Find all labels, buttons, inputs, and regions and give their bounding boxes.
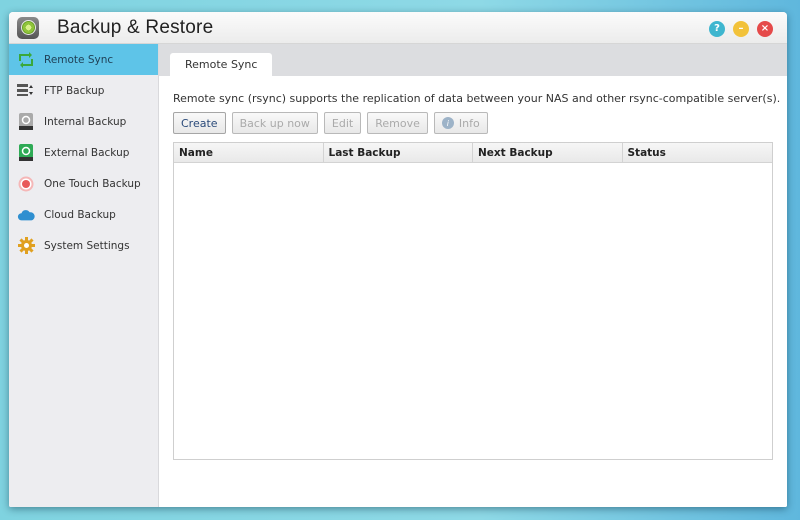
sidebar-item-remote-sync[interactable]: Remote Sync bbox=[9, 44, 158, 75]
tab-strip: Remote Sync bbox=[159, 44, 787, 76]
sidebar-item-one-touch-backup[interactable]: One Touch Backup bbox=[9, 168, 158, 199]
remote-sync-icon bbox=[17, 51, 35, 69]
back-up-now-button[interactable]: Back up now bbox=[231, 112, 318, 134]
table-header: Name Last Backup Next Backup Status bbox=[174, 143, 772, 163]
description-text: Remote sync (rsync) supports the replica… bbox=[173, 92, 781, 105]
info-label: Info bbox=[458, 116, 480, 130]
sidebar-item-system-settings[interactable]: System Settings bbox=[9, 230, 158, 261]
column-header-name[interactable]: Name bbox=[174, 143, 324, 162]
app-icon bbox=[17, 16, 39, 39]
column-header-last-backup[interactable]: Last Backup bbox=[324, 143, 473, 162]
help-icon: ? bbox=[714, 23, 720, 34]
column-header-status[interactable]: Status bbox=[623, 143, 773, 162]
sidebar-item-label: One Touch Backup bbox=[44, 177, 141, 190]
sidebar-item-label: External Backup bbox=[44, 146, 130, 159]
sidebar-item-label: System Settings bbox=[44, 239, 130, 252]
sidebar-item-external-backup[interactable]: External Backup bbox=[9, 137, 158, 168]
sidebar-item-label: Internal Backup bbox=[44, 115, 127, 128]
backup-restore-window: Backup & Restore ? – × Remote Sync FTP B… bbox=[9, 12, 787, 507]
gear-icon bbox=[17, 237, 35, 255]
title-bar: Backup & Restore ? – × bbox=[9, 12, 787, 44]
ftp-backup-icon bbox=[17, 82, 35, 100]
one-touch-backup-icon bbox=[17, 175, 35, 193]
main-panel: Remote Sync Remote sync (rsync) supports… bbox=[159, 44, 787, 507]
sidebar-item-ftp-backup[interactable]: FTP Backup bbox=[9, 75, 158, 106]
window-title: Backup & Restore bbox=[57, 16, 214, 38]
info-button[interactable]: i Info bbox=[433, 112, 488, 134]
toolbar: Create Back up now Edit Remove i Info bbox=[173, 112, 488, 134]
sidebar-item-internal-backup[interactable]: Internal Backup bbox=[9, 106, 158, 137]
close-button[interactable]: × bbox=[757, 21, 773, 37]
close-icon: × bbox=[760, 23, 770, 34]
help-button[interactable]: ? bbox=[709, 21, 725, 37]
minimize-icon: – bbox=[738, 23, 744, 34]
edit-button[interactable]: Edit bbox=[323, 112, 362, 134]
info-icon: i bbox=[441, 117, 454, 129]
sidebar-item-label: FTP Backup bbox=[44, 84, 105, 97]
sidebar: Remote Sync FTP Backup Internal Backup E… bbox=[9, 44, 159, 507]
tab-remote-sync[interactable]: Remote Sync bbox=[170, 53, 273, 76]
window-controls: ? – × bbox=[709, 21, 773, 37]
sidebar-item-cloud-backup[interactable]: Cloud Backup bbox=[9, 199, 158, 230]
sidebar-item-label: Remote Sync bbox=[44, 53, 114, 66]
column-header-next-backup[interactable]: Next Backup bbox=[473, 143, 623, 162]
remote-sync-table: Name Last Backup Next Backup Status bbox=[173, 142, 773, 460]
minimize-button[interactable]: – bbox=[733, 21, 749, 37]
cloud-backup-icon bbox=[17, 206, 35, 224]
remove-button[interactable]: Remove bbox=[367, 112, 428, 134]
internal-backup-icon bbox=[17, 113, 35, 131]
sidebar-item-label: Cloud Backup bbox=[44, 208, 116, 221]
create-button[interactable]: Create bbox=[173, 112, 226, 134]
external-backup-icon bbox=[17, 144, 35, 162]
